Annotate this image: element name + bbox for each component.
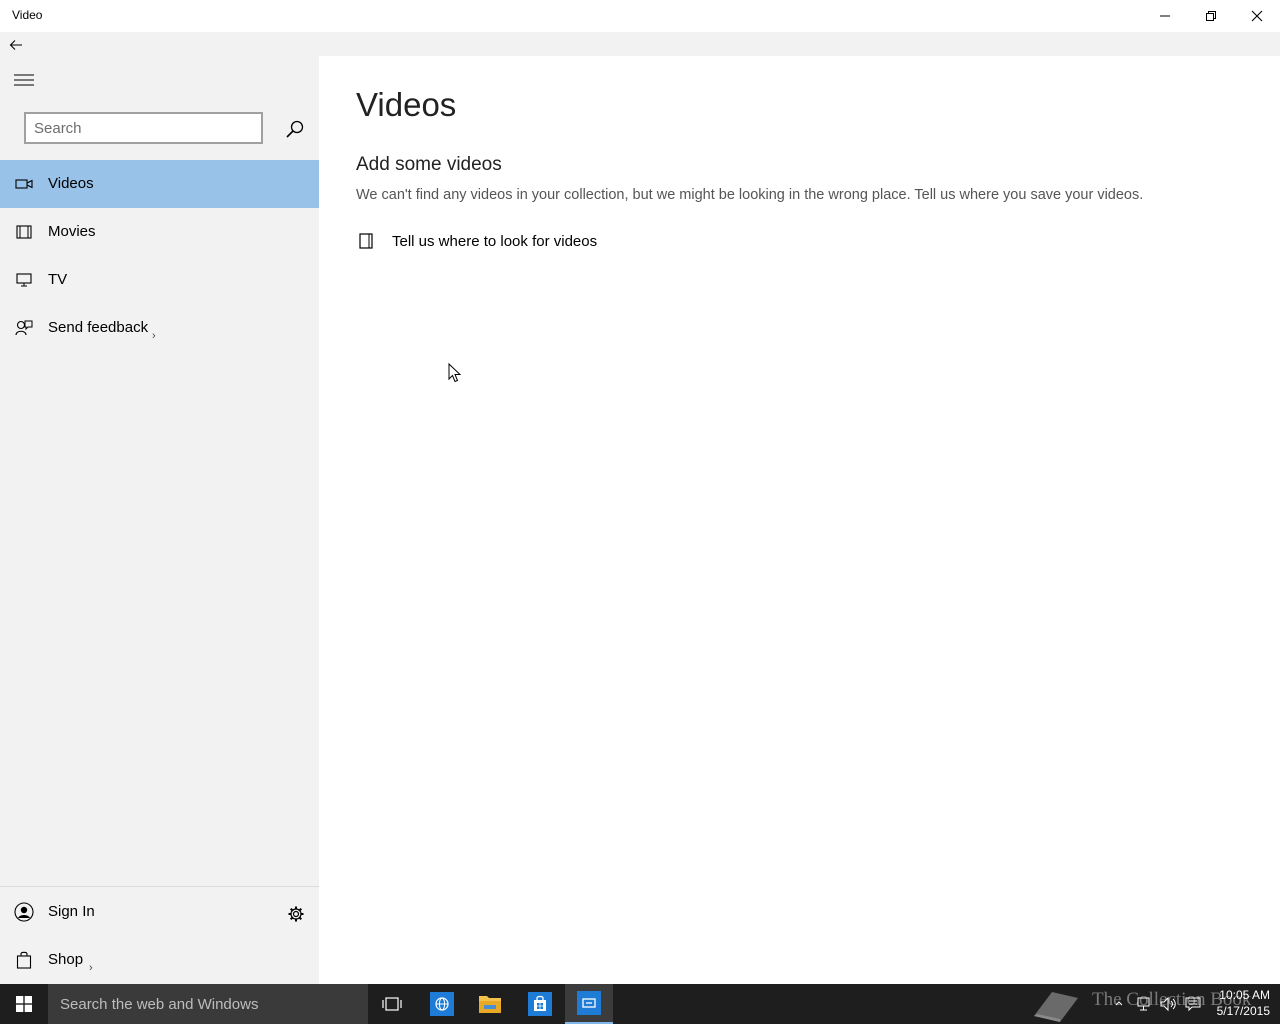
search-button[interactable] <box>280 114 310 144</box>
minimize-button[interactable] <box>1142 0 1188 32</box>
back-button[interactable] <box>4 34 28 56</box>
section-title: Add some videos <box>356 154 502 175</box>
clock-date: 5/17/2015 <box>1216 1004 1270 1018</box>
speaker-icon <box>1160 996 1176 1012</box>
taskbar: Search the web and Windows The Collectio… <box>0 984 1280 1024</box>
start-button[interactable] <box>0 984 48 1024</box>
restore-button[interactable] <box>1188 0 1234 32</box>
hamburger-icon <box>14 74 34 86</box>
folder-icon <box>356 231 376 251</box>
folder-explorer-icon <box>479 996 501 1013</box>
gear-icon <box>288 906 304 922</box>
nav-item-tv[interactable]: TV <box>0 256 319 304</box>
video-app-icon <box>577 991 601 1015</box>
search-box <box>24 112 263 144</box>
hamburger-menu-button[interactable] <box>4 66 44 94</box>
shop-button[interactable]: Shop › <box>0 936 319 984</box>
settings-button[interactable] <box>284 902 308 926</box>
search-icon <box>286 120 304 138</box>
volume-button[interactable] <box>1160 996 1178 1017</box>
chevron-right-icon: › <box>152 330 156 342</box>
search-input[interactable] <box>26 114 261 142</box>
taskbar-file-explorer-button[interactable] <box>466 984 514 1024</box>
window-title: Video <box>12 8 43 22</box>
close-button[interactable] <box>1234 0 1280 32</box>
nav-item-label: TV <box>48 271 68 288</box>
network-button[interactable] <box>1136 996 1152 1017</box>
store-icon <box>528 992 552 1016</box>
sidebar: Videos Movies TV Send feedback › Sign In <box>0 56 319 984</box>
nav-item-send-feedback[interactable]: Send feedback › <box>0 304 319 352</box>
clock-time: 10:05 AM <box>1219 988 1270 1002</box>
windows-logo-icon <box>16 996 32 1012</box>
user-icon <box>14 902 34 922</box>
back-arrow-icon <box>9 40 22 50</box>
taskbar-clock[interactable]: 10:05 AM 5/17/2015 <box>1206 987 1270 1019</box>
chevron-right-icon: › <box>89 962 93 974</box>
restore-icon <box>1206 11 1216 21</box>
task-view-button[interactable] <box>368 984 416 1024</box>
notification-icon <box>1185 997 1201 1012</box>
section-description: We can't find any videos in your collect… <box>356 187 1144 203</box>
chevron-up-icon <box>1115 1001 1123 1006</box>
tell-us-where-link[interactable]: Tell us where to look for videos <box>356 230 597 252</box>
browser-icon <box>430 992 454 1016</box>
close-icon <box>1251 10 1263 22</box>
sidebar-divider <box>0 886 319 887</box>
task-view-icon <box>382 997 402 1011</box>
nav-item-movies[interactable]: Movies <box>0 208 319 256</box>
sign-in-label: Sign In <box>48 903 95 920</box>
feedback-icon <box>14 318 34 338</box>
back-bar <box>0 32 1280 56</box>
show-hidden-icons-button[interactable] <box>1114 996 1124 1014</box>
network-icon <box>1137 997 1150 1011</box>
nav-item-label: Send feedback <box>48 319 149 336</box>
taskbar-store-button[interactable] <box>516 984 564 1024</box>
action-center-button[interactable] <box>1185 996 1201 1017</box>
book-logo-icon <box>1030 986 1082 1024</box>
nav-item-videos[interactable]: Videos <box>0 160 319 208</box>
video-camera-icon <box>14 174 34 194</box>
minimize-icon <box>1160 15 1170 17</box>
nav-item-label: Videos <box>48 175 94 192</box>
shop-label: Shop <box>48 951 84 968</box>
tv-icon <box>14 270 34 290</box>
main-content: Videos Add some videos We can't find any… <box>319 56 1280 984</box>
mouse-cursor-icon <box>448 362 462 388</box>
page-title: Videos <box>356 86 457 123</box>
shopping-bag-icon <box>14 950 34 970</box>
title-bar: Video <box>0 0 1280 32</box>
taskbar-video-app-button[interactable] <box>565 984 613 1024</box>
tell-us-where-label: Tell us where to look for videos <box>392 232 598 250</box>
sign-in-button[interactable]: Sign In <box>0 888 319 936</box>
taskbar-search-box[interactable]: Search the web and Windows <box>48 984 368 1024</box>
taskbar-browser-button[interactable] <box>418 984 466 1024</box>
nav-item-label: Movies <box>48 223 96 240</box>
film-icon <box>14 222 34 242</box>
taskbar-search-placeholder: Search the web and Windows <box>60 996 259 1013</box>
